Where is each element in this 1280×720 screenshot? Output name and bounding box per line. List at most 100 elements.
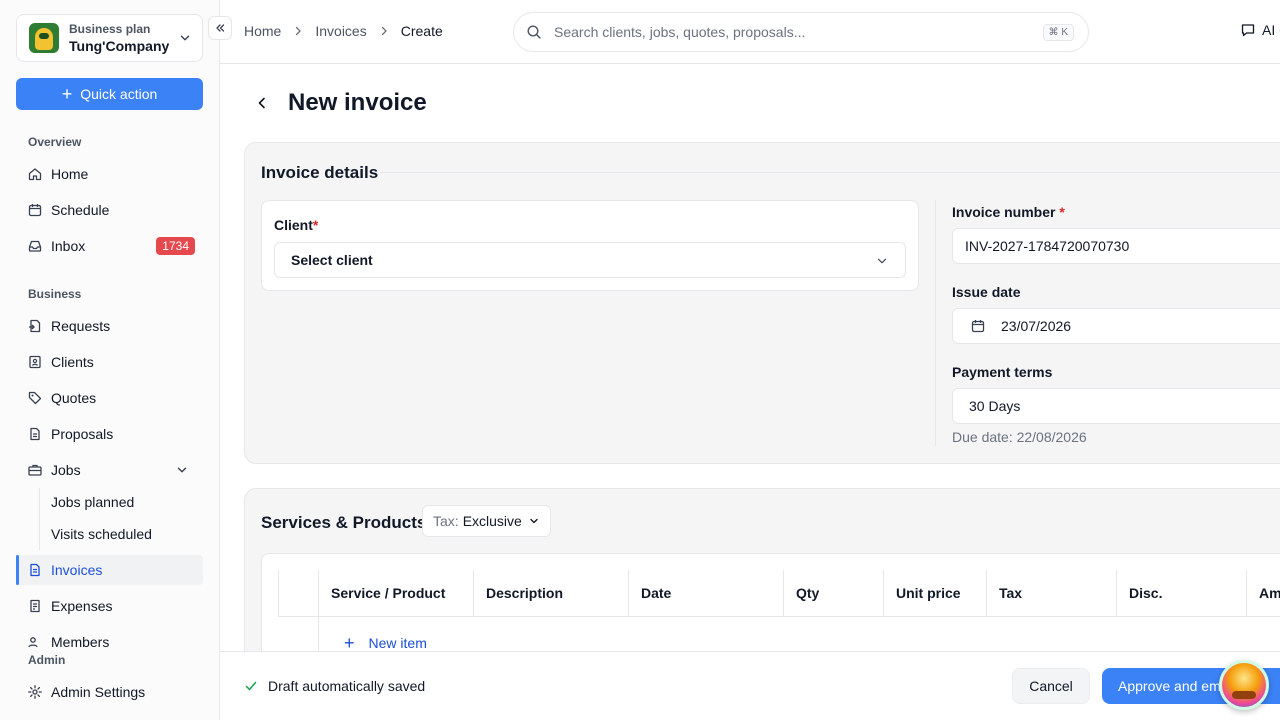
sidebar-item-invoices[interactable]: Invoices [16,555,203,585]
sidebar-item-visits-scheduled[interactable]: Visits scheduled [16,519,203,549]
search-shortcut: ⌘ K [1042,23,1074,41]
sidebar-item-expenses[interactable]: Expenses [16,591,203,621]
workspace-name: Tung'Company [69,37,170,54]
request-icon [29,319,41,333]
plus-icon: + [344,633,355,653]
invoice-number-value: INV-2027-1784720070730 [965,238,1130,254]
new-item-label: New item [368,635,427,651]
sidebar-item-jobs[interactable]: Jobs [16,455,203,485]
table-header-discount: Disc. [1116,570,1247,617]
ai-chat-label: AI Chat [1262,22,1280,38]
back-arrow-icon[interactable] [254,95,270,111]
sidebar-item-label: Proposals [51,426,114,442]
breadcrumb-invoices[interactable]: Invoices [315,23,366,39]
section-overview: Overview [28,135,82,149]
sidebar-item-label: Home [51,166,89,182]
search-input[interactable] [554,24,1043,40]
workspace-avatar [29,23,59,53]
sidebar-item-proposals[interactable]: Proposals [16,419,203,449]
quick-action-button[interactable]: + Quick action [16,78,203,110]
table-header-description: Description [473,570,629,617]
chevron-down-icon [180,35,190,41]
breadcrumb-current: Create [400,23,443,39]
tax-label: Tax: [433,513,459,529]
sidebar-item-label: Clients [51,354,94,370]
sidebar-item-label: Schedule [51,202,110,218]
sidebar-item-home[interactable]: Home [16,159,203,189]
tax-mode-select[interactable]: Tax: Exclusive [422,505,551,537]
chevron-down-icon [877,258,887,264]
briefcase-icon [28,464,42,476]
sidebar-item-label: Quotes [51,390,97,406]
tax-value: Exclusive [462,513,522,529]
table-header-tax: Tax [986,570,1117,617]
sidebar-item-inbox[interactable]: Inbox 1734 [16,231,203,261]
inbox-count-badge: 1734 [156,237,195,255]
sidebar-item-label: Inbox [51,238,86,254]
table-header-unit-price: Unit price [883,570,987,617]
chevron-down-icon [530,518,538,524]
sidebar-item-jobs-planned[interactable]: Jobs planned [16,487,203,517]
client-select-value: Select client [291,252,373,268]
sidebar-item-label: Expenses [51,598,113,614]
table-header-qty: Qty [783,570,884,617]
new-item-button[interactable]: + New item [344,634,427,652]
calendar-icon [971,320,985,333]
section-business: Business [28,287,82,301]
breadcrumb: Home Invoices Create [244,23,443,39]
draft-status-text: Draft automatically saved [268,678,426,694]
cancel-button[interactable]: Cancel [1012,668,1090,704]
sidebar: Business plan Tung'Company + Quick actio… [0,0,220,720]
payment-terms-value: 30 Days [969,398,1021,414]
check-icon [245,681,257,691]
table-header-amount: Amount [1246,570,1280,617]
assistant-avatar[interactable] [1219,660,1269,710]
sidebar-item-label: Visits scheduled [51,526,152,542]
sidebar-item-label: Jobs planned [51,494,135,510]
sidebar-item-requests[interactable]: Requests [16,311,203,341]
sidebar-item-admin-settings[interactable]: Admin Settings [16,677,203,707]
draft-status: Draft automatically saved [244,678,425,694]
chevron-down-icon [177,467,187,473]
users-icon [28,637,38,648]
receipt-icon [30,599,40,613]
search-icon [527,25,541,39]
issue-date-label: Issue date [952,284,1021,300]
breadcrumb-home[interactable]: Home [244,23,281,39]
invoice-number-field[interactable]: INV-2027-1784720070730 [952,228,1280,264]
table-header-handle [278,570,319,617]
chat-bubble-icon [1241,24,1255,37]
sidebar-item-label: Requests [51,318,111,334]
issue-date-field[interactable]: 23/07/2026 [952,308,1280,344]
sidebar-item-label: Invoices [51,562,103,578]
client-select[interactable]: Select client [274,242,906,278]
table-header-date: Date [628,570,784,617]
collapse-sidebar-button[interactable] [208,16,232,40]
workspace-plan: Business plan [69,21,151,36]
required-marker: * [1059,204,1065,220]
payment-terms-label: Payment terms [952,364,1053,380]
contact-book-icon [29,355,41,369]
sidebar-item-label: Jobs [51,462,81,478]
page-title: New invoice [288,89,427,116]
payment-terms-select[interactable]: 30 Days [952,388,1280,424]
sidebar-item-quotes[interactable]: Quotes [16,383,203,413]
quick-action-label: Quick action [80,86,158,102]
home-icon [28,168,42,181]
tag-icon [28,391,42,405]
issue-date-value: 23/07/2026 [1001,318,1072,334]
workspace-switcher[interactable]: Business plan Tung'Company [16,14,203,62]
invoice-icon [30,563,40,577]
sidebar-item-clients[interactable]: Clients [16,347,203,377]
ai-chat-button[interactable]: AI Chat [1240,22,1280,38]
plus-icon: + [61,84,73,104]
chevron-right-icon [296,26,302,36]
double-chevron-left-icon [216,24,225,32]
chevron-right-icon [381,26,387,36]
due-date-text: Due date: 22/08/2026 [952,429,1087,445]
invoice-number-label: Invoice number * [952,204,1065,220]
sidebar-item-schedule[interactable]: Schedule [16,195,203,225]
search-bar[interactable]: ⌘ K [513,12,1089,52]
table-header-service: Service / Product [318,570,474,617]
services-title: Services & Products [261,513,427,532]
